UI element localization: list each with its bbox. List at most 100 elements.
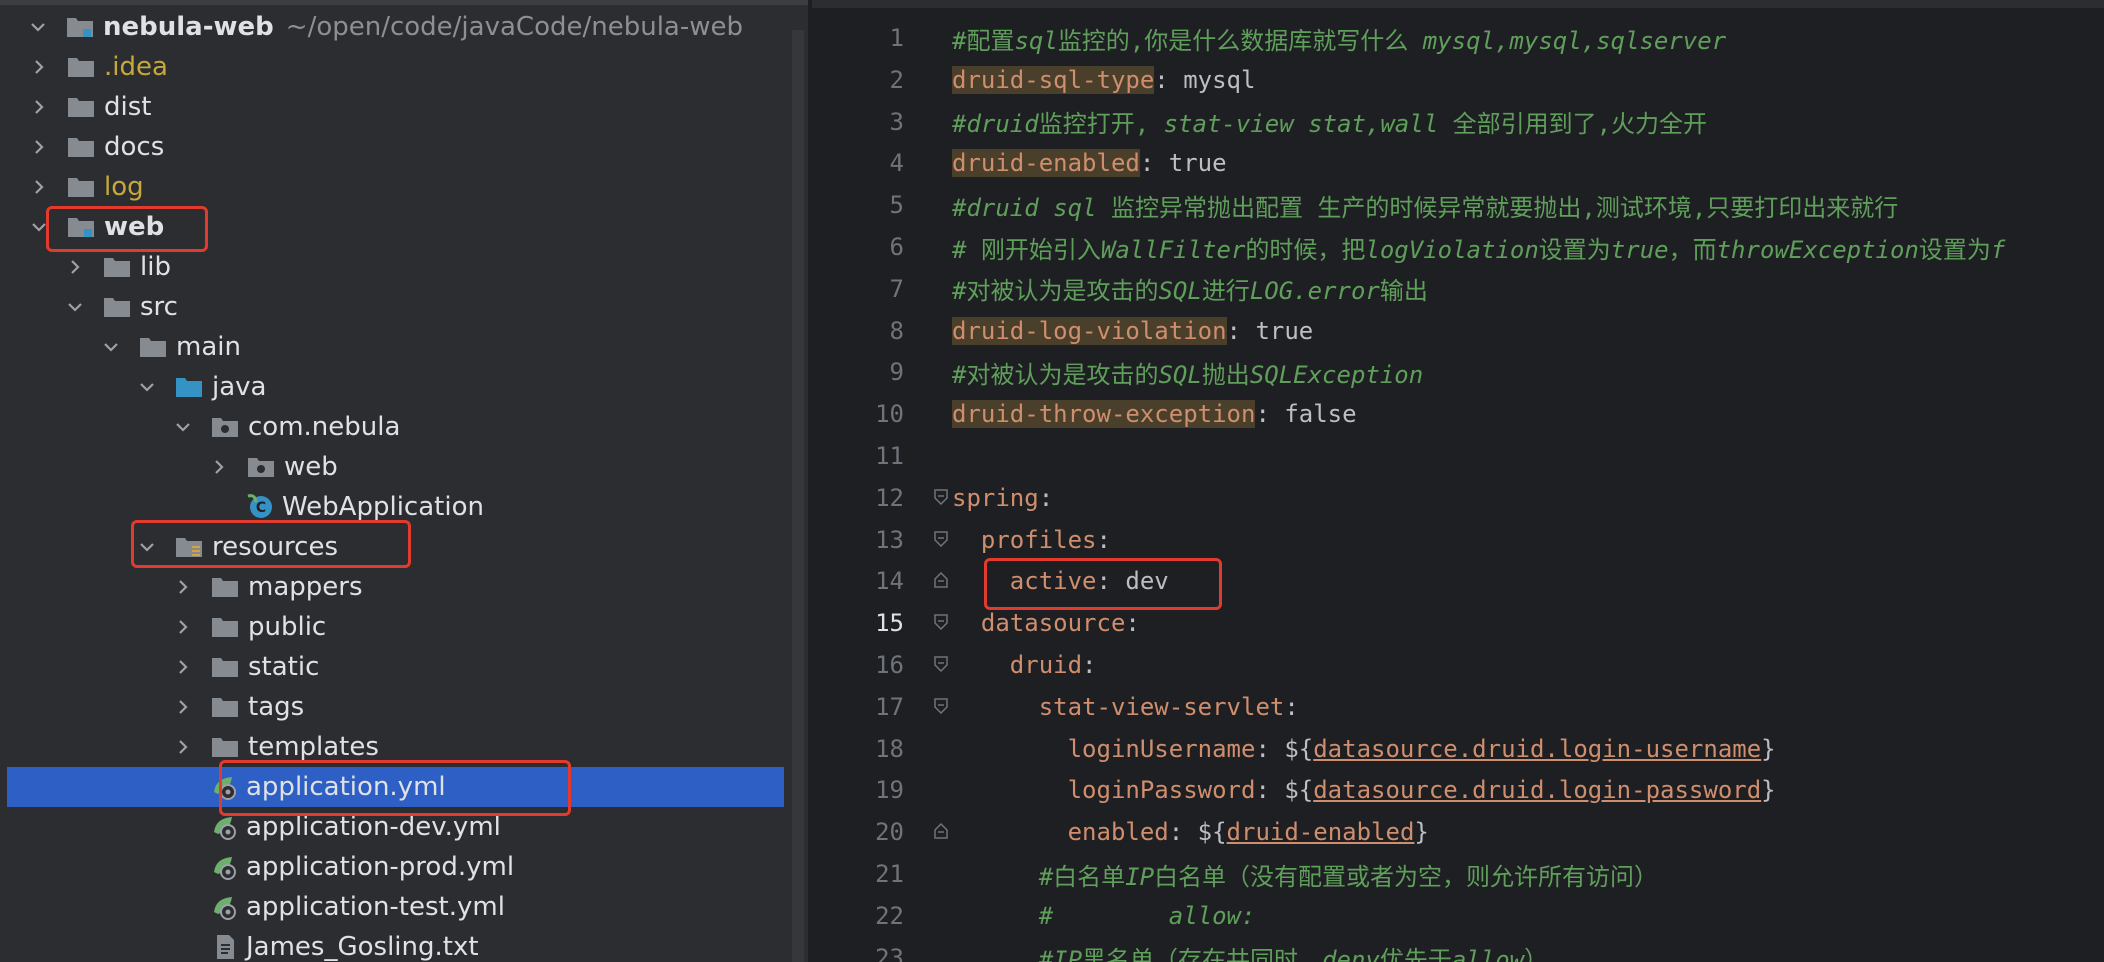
- code-line[interactable]: 7 #对被认为是攻击的SQL进行LOG.error输出: [812, 268, 2104, 310]
- tree-item-docs[interactable]: docs: [7, 127, 784, 167]
- chevron-down-icon[interactable]: [102, 338, 120, 356]
- code-line[interactable]: 16 druid:: [812, 644, 2104, 686]
- fold-marker-icon[interactable]: [934, 823, 948, 839]
- tree-item-application-test-yml[interactable]: application-test.yml: [7, 887, 784, 927]
- code-text: loginUsername: ${datasource.druid.login-…: [952, 735, 1776, 763]
- chevron-right-icon[interactable]: [210, 458, 228, 476]
- chevron-right-icon[interactable]: [174, 658, 192, 676]
- chevron-right-icon[interactable]: [30, 58, 48, 76]
- tree-item-public[interactable]: public: [7, 607, 784, 647]
- code-token: :: [1096, 525, 1111, 554]
- code-editor[interactable]: 1 #配置sql监控的,你是什么数据库就写什么 mysql,mysql,sqlse…: [812, 0, 2104, 962]
- tree-item-label: log: [104, 172, 144, 202]
- fold-marker-icon[interactable]: [934, 656, 948, 672]
- highlight-box-active-dev: [984, 558, 1222, 610]
- tree-item-label: James_Gosling.txt: [246, 932, 479, 962]
- code-line[interactable]: 4 druid-enabled: true: [812, 142, 2104, 184]
- tree-item-lib[interactable]: lib: [7, 247, 784, 287]
- code-token: stat-view stat,wall: [1163, 110, 1453, 139]
- code-line[interactable]: 8 druid-log-violation: true: [812, 310, 2104, 352]
- code-line[interactable]: 20 enabled: ${druid-enabled}: [812, 811, 2104, 853]
- chevron-down-icon[interactable]: [138, 378, 156, 396]
- code-line[interactable]: 17 stat-view-servlet:: [812, 686, 2104, 728]
- tree-item-label: application-prod.yml: [246, 852, 515, 882]
- chevron-right-icon[interactable]: [30, 98, 48, 116]
- editor-gutter: [904, 393, 952, 435]
- folder-icon: [68, 178, 94, 197]
- code-line[interactable]: 6 # 刚开始引入WallFilter的时候，把logViolation设置为tr…: [812, 226, 2104, 268]
- tree-item-com-nebula[interactable]: com.nebula: [7, 407, 784, 447]
- code-line[interactable]: 22 # allow:: [812, 895, 2104, 937]
- line-number: 7: [889, 274, 904, 303]
- code-line[interactable]: 9 #对被认为是攻击的SQL抛出SQLException: [812, 351, 2104, 393]
- tree-root-nebula-web[interactable]: nebula-web ~/open/code/javaCode/nebula-w…: [7, 7, 784, 47]
- tree-item-application-prod-yml[interactable]: application-prod.yml: [7, 847, 784, 887]
- tree-item-log[interactable]: log: [7, 167, 784, 207]
- spring-yml-file-icon: [214, 817, 236, 840]
- tree-item-label: src: [140, 292, 178, 322]
- tree-item-idea[interactable]: .idea: [7, 47, 784, 87]
- fold-marker-icon[interactable]: [934, 530, 948, 547]
- code-token: WallFilter: [1100, 235, 1246, 264]
- tree-item-main[interactable]: main: [7, 327, 784, 367]
- code-line[interactable]: 11: [812, 435, 2104, 477]
- code-line[interactable]: 10 druid-throw-exception: false: [812, 393, 2104, 435]
- tree-item-james-gosling-txt[interactable]: James_Gosling.txt: [7, 927, 784, 962]
- chevron-right-icon[interactable]: [174, 618, 192, 636]
- code-line[interactable]: 5 #druid sql 监控异常抛出配置 生产的时候异常就要抛出,测试环境,只要…: [812, 184, 2104, 226]
- tree-item-java[interactable]: java: [7, 367, 784, 407]
- tree-item-web[interactable]: web: [7, 447, 784, 487]
- line-number: 1: [889, 24, 904, 52]
- tree-item-label: static: [248, 652, 320, 682]
- folder-icon: [212, 738, 238, 757]
- tree-item-static[interactable]: static: [7, 647, 784, 687]
- fold-marker-icon[interactable]: [934, 614, 948, 631]
- editor-gutter: [904, 560, 952, 602]
- property-reference-link[interactable]: druid-enabled: [1227, 818, 1415, 846]
- spring-yml-file-icon: [214, 857, 236, 880]
- line-number: 21: [875, 860, 904, 888]
- project-scrollbar[interactable]: [792, 30, 804, 962]
- chevron-down-icon[interactable]: [29, 18, 47, 36]
- tree-item-src[interactable]: src: [7, 287, 784, 327]
- fold-marker-icon[interactable]: [934, 489, 948, 505]
- chevron-down-icon[interactable]: [66, 298, 84, 316]
- code-line[interactable]: 21 #白名单IP白名单（没有配置或者为空，则允许所有访问）: [812, 853, 2104, 895]
- property-reference-link[interactable]: datasource.druid.login-username: [1313, 735, 1761, 763]
- chevron-right-icon[interactable]: [174, 578, 192, 596]
- code-line[interactable]: 3 #druid监控打开, stat-view stat,wall 全部引用到了,…: [812, 101, 2104, 143]
- code-token: : ${: [1255, 734, 1314, 763]
- editor-gutter: [904, 895, 952, 937]
- code-text: #白名单IP白名单（没有配置或者为空，则允许所有访问）: [952, 857, 1658, 892]
- chevron-right-icon[interactable]: [30, 178, 48, 196]
- code-token: :: [1038, 483, 1054, 512]
- code-line[interactable]: 18 loginUsername: ${datasource.druid.log…: [812, 728, 2104, 770]
- chevron-right-icon[interactable]: [174, 698, 192, 716]
- chevron-down-icon[interactable]: [174, 418, 192, 436]
- module-folder-icon: [67, 18, 93, 37]
- tree-item-tags[interactable]: tags: [7, 687, 784, 727]
- code-line[interactable]: 19 loginPassword: ${datasource.druid.log…: [812, 769, 2104, 811]
- code-text: druid-log-violation: true: [952, 316, 1313, 345]
- code-line[interactable]: 1 #配置sql监控的,你是什么数据库就写什么 mysql,mysql,sqlse…: [812, 17, 2104, 59]
- fold-marker-icon[interactable]: [934, 698, 948, 714]
- code-line[interactable]: 13 profiles:: [812, 519, 2104, 561]
- code-line[interactable]: 12 spring:: [812, 477, 2104, 519]
- fold-marker-icon[interactable]: [934, 572, 948, 589]
- tree-item-label: mappers: [248, 572, 363, 602]
- chevron-right-icon[interactable]: [30, 138, 48, 156]
- tree-item-mappers[interactable]: mappers: [7, 567, 784, 607]
- line-number: 2: [889, 65, 904, 94]
- code-line[interactable]: 2 druid-sql-type: mysql: [812, 59, 2104, 101]
- tree-item-dist[interactable]: dist: [7, 87, 784, 127]
- chevron-right-icon[interactable]: [66, 258, 84, 276]
- chevron-right-icon[interactable]: [174, 738, 192, 756]
- code-line[interactable]: 23 #IP黑名单（存在共同时，deny优先于allow）: [812, 937, 2104, 962]
- code-token: LOG.error: [1249, 277, 1380, 306]
- code-text: #IP黑名单（存在共同时，deny优先于allow）: [952, 940, 1548, 962]
- property-reference-link[interactable]: datasource.druid.login-password: [1313, 776, 1761, 804]
- code-token: }: [1414, 818, 1429, 847]
